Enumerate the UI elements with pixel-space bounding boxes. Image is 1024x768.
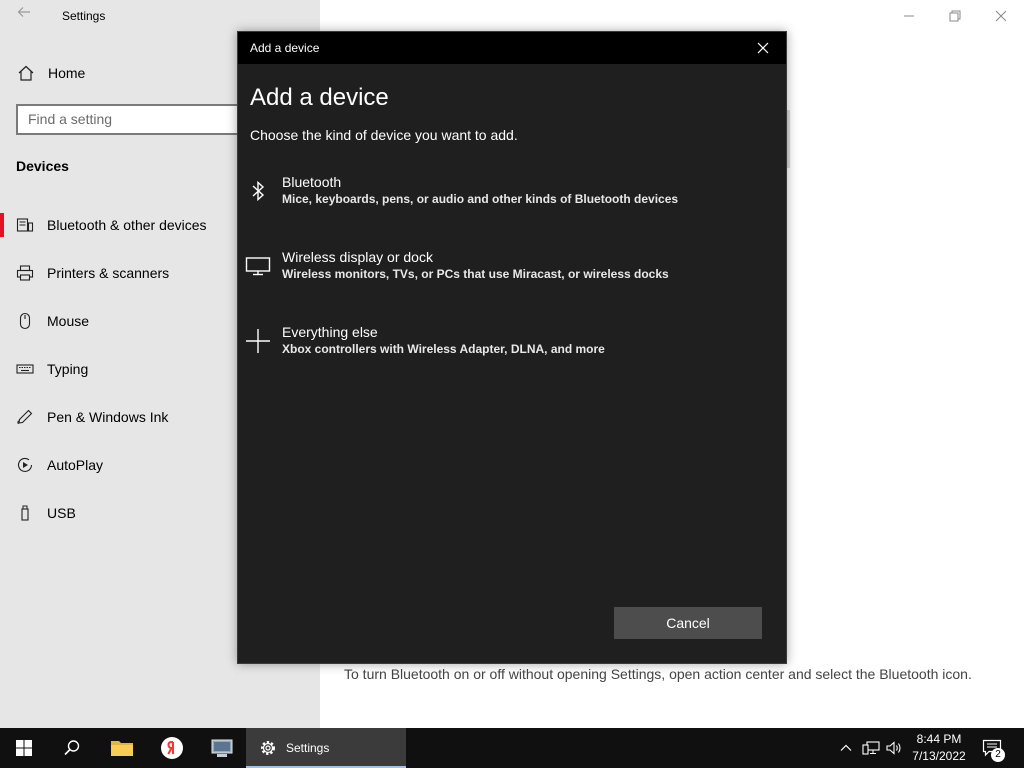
option-description: Xbox controllers with Wireless Adapter, … <box>282 342 605 356</box>
option-everything-else[interactable]: Everything else Xbox controllers with Wi… <box>238 324 786 384</box>
printer-icon <box>15 263 35 283</box>
sidebar-item-label: Typing <box>47 361 89 377</box>
sidebar-item-label: AutoPlay <box>47 457 104 473</box>
yandex-browser-button[interactable] <box>148 728 196 768</box>
plus-icon <box>244 324 272 358</box>
gear-icon <box>258 738 278 758</box>
option-name: Bluetooth <box>282 174 342 190</box>
option-description: Wireless monitors, TVs, or PCs that use … <box>282 267 669 281</box>
bluetooth-icon <box>244 174 272 208</box>
option-bluetooth[interactable]: Bluetooth Mice, keyboards, pens, or audi… <box>238 174 786 234</box>
yandex-icon <box>161 737 183 759</box>
clock-date: 7/13/2022 <box>912 749 966 763</box>
taskbar-clock[interactable]: 8:44 PM 7/13/2022 <box>906 731 972 765</box>
restore-button[interactable] <box>932 0 978 32</box>
search-button[interactable] <box>48 728 96 768</box>
bluetooth-devices-icon <box>15 215 35 235</box>
clock-time: 8:44 PM <box>916 732 962 746</box>
dialog-heading: Add a device <box>250 84 389 111</box>
folder-icon <box>111 741 133 756</box>
sidebar-item-label: Bluetooth & other devices <box>47 217 207 233</box>
dialog-title: Add a device <box>250 41 320 55</box>
volume-icon[interactable] <box>884 738 904 758</box>
bluetooth-info-text: To turn Bluetooth on or off without open… <box>344 666 972 682</box>
minimize-button[interactable] <box>886 0 932 32</box>
notification-count-badge: 2 <box>991 748 1005 762</box>
dialog-subtitle: Choose the kind of device you want to ad… <box>250 127 518 143</box>
file-explorer-button[interactable] <box>98 728 146 768</box>
close-window-button[interactable] <box>978 0 1024 32</box>
search-input[interactable]: Find a setting <box>16 104 256 135</box>
cancel-button[interactable]: Cancel <box>614 607 762 639</box>
taskbar: Settings 8:44 PM 7/13/2022 2 <box>0 728 1024 768</box>
autoplay-icon <box>15 455 35 475</box>
windows-logo-icon <box>16 740 32 756</box>
control-panel-button[interactable] <box>198 728 246 768</box>
home-icon <box>16 63 36 83</box>
mouse-icon <box>15 311 35 331</box>
search-icon <box>64 740 80 756</box>
computer-icon <box>211 739 233 757</box>
monitor-icon <box>244 249 272 283</box>
option-name: Everything else <box>282 324 378 340</box>
sidebar-item-label: Printers & scanners <box>47 265 170 281</box>
option-name: Wireless display or dock <box>282 249 433 265</box>
start-button[interactable] <box>0 728 48 768</box>
dialog-titlebar: Add a device <box>238 32 786 64</box>
option-wireless-display[interactable]: Wireless display or dock Wireless monito… <box>238 249 786 309</box>
home-label: Home <box>48 65 86 81</box>
option-description: Mice, keyboards, pens, or audio and othe… <box>282 192 679 206</box>
close-icon <box>757 42 769 54</box>
sidebar-item-label: Mouse <box>47 313 90 329</box>
back-arrow-icon[interactable] <box>12 4 36 28</box>
section-title: Devices <box>16 158 69 174</box>
taskbar-app-label: Settings <box>286 741 330 755</box>
keyboard-icon <box>15 359 35 379</box>
network-icon[interactable] <box>861 738 881 758</box>
dialog-close-button[interactable] <box>740 32 786 64</box>
sidebar-item-label: USB <box>47 505 76 521</box>
window-title: Settings <box>62 9 106 23</box>
add-device-dialog: Add a device Add a device Choose the kin… <box>237 31 787 664</box>
sidebar-item-label: Pen & Windows Ink <box>47 409 169 425</box>
taskbar-app-settings[interactable]: Settings <box>246 728 406 768</box>
pen-icon <box>15 407 35 427</box>
usb-icon <box>15 503 35 523</box>
chevron-up-icon[interactable] <box>836 738 856 758</box>
